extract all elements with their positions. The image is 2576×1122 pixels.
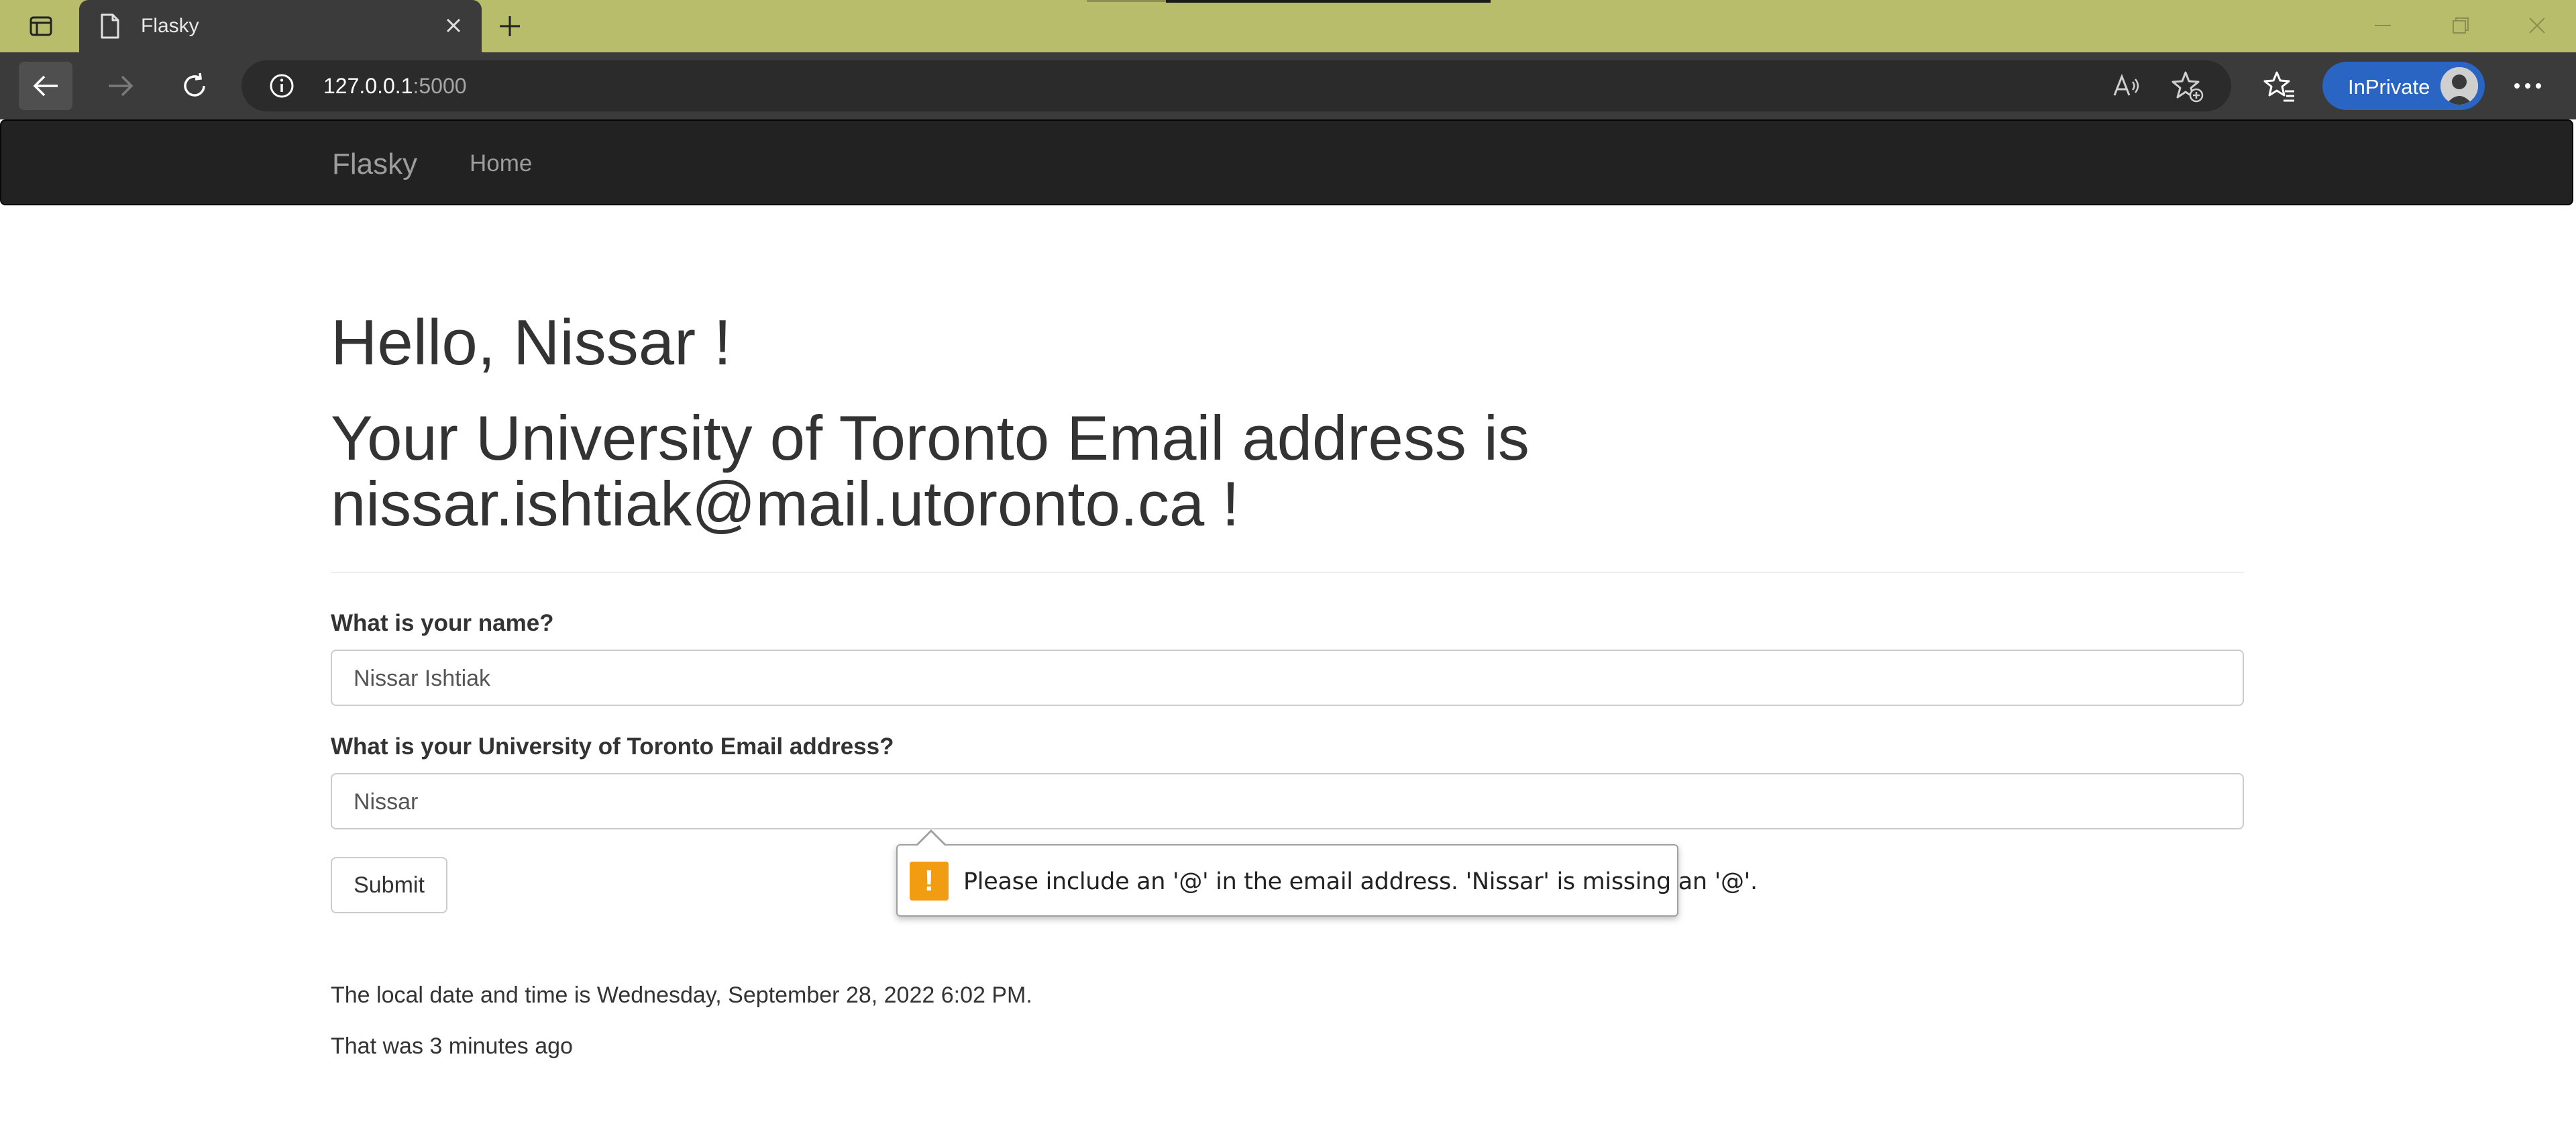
settings-menu-button[interactable] (2508, 66, 2548, 106)
favorites-button[interactable] (2259, 66, 2300, 106)
email-heading: Your University of Toronto Email address… (331, 403, 1529, 539)
browser-toolbar: 127.0.0.1:5000 InPrivate (0, 52, 2576, 119)
inprivate-button[interactable]: InPrivate (2322, 62, 2485, 110)
read-aloud-icon[interactable] (2110, 70, 2143, 102)
nav-home-link[interactable]: Home (470, 150, 532, 177)
window-close-icon (2529, 17, 2545, 34)
tab-actions-button[interactable] (15, 9, 67, 43)
window-close-button[interactable] (2517, 9, 2557, 42)
tab-strip: Flasky (0, 0, 2576, 52)
close-icon (446, 18, 461, 33)
site-navbar: Flasky Home (0, 119, 2573, 205)
validation-tooltip: ! Please include an '@' in the email add… (896, 829, 1758, 917)
reload-icon (184, 72, 205, 97)
tab-title: Flasky (141, 15, 199, 37)
forward-button[interactable] (94, 62, 148, 110)
name-input-value: Nissar Ishtiak (354, 666, 491, 691)
tooltip-arrow-fill (917, 832, 945, 846)
submit-button[interactable]: Submit (331, 857, 447, 913)
address-bar[interactable]: 127.0.0.1:5000 (241, 60, 2231, 111)
greeting-heading: Hello, Nissar ! (331, 307, 732, 378)
tab-actions-icon (30, 16, 52, 36)
tooltip-message: Please include an '@' in the email addre… (963, 868, 1758, 895)
inprivate-label: InPrivate (2348, 75, 2430, 99)
add-favorite-icon[interactable] (2171, 70, 2204, 103)
warning-icon: ! (910, 862, 949, 901)
url-port: :5000 (413, 74, 467, 98)
arrow-right-icon (109, 75, 133, 97)
email-input[interactable]: Nissar (331, 773, 2244, 829)
tab-strip-indicator (1087, 0, 1166, 2)
name-input[interactable]: Nissar Ishtiak (331, 650, 2244, 706)
divider (331, 572, 2244, 573)
minimize-icon (2375, 25, 2391, 26)
time-ago-text: That was 3 minutes ago (331, 1033, 573, 1059)
arrow-left-icon (33, 75, 58, 97)
tab-strip-indicator-dark (1166, 0, 1491, 3)
reload-button[interactable] (168, 62, 221, 110)
active-tab[interactable]: Flasky (79, 0, 482, 52)
new-tab-button[interactable] (491, 11, 529, 42)
more-icon (2514, 83, 2541, 89)
page-icon (101, 13, 119, 39)
tab-close-button[interactable] (439, 11, 468, 40)
minimize-button[interactable] (2363, 9, 2403, 42)
avatar (2440, 67, 2478, 105)
local-time-text: The local date and time is Wednesday, Se… (331, 982, 1032, 1008)
restore-icon (2453, 17, 2469, 34)
profile-icon (2440, 67, 2478, 105)
favorites-icon (2263, 71, 2294, 102)
site-info-icon[interactable] (268, 72, 295, 99)
back-button[interactable] (19, 62, 72, 110)
url-text[interactable]: 127.0.0.1:5000 (323, 74, 467, 99)
name-label: What is your name? (331, 610, 554, 636)
plus-icon (500, 16, 520, 36)
email-input-value: Nissar (354, 789, 419, 815)
email-label: What is your University of Toronto Email… (331, 733, 894, 760)
url-host: 127.0.0.1 (323, 74, 413, 98)
restore-button[interactable] (2440, 9, 2481, 42)
navbar-brand[interactable]: Flasky (332, 148, 417, 181)
